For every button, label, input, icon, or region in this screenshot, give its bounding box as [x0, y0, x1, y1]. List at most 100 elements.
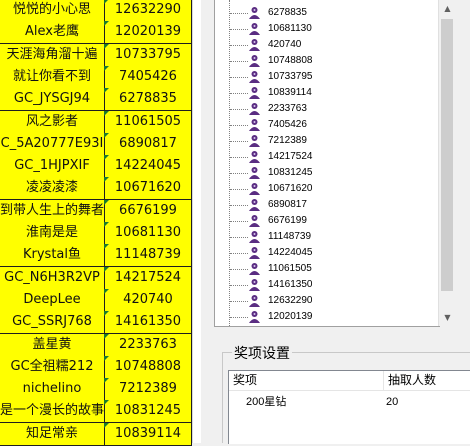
sheet-gutter: [192, 0, 201, 443]
tree-item-label: 2233763: [268, 103, 307, 114]
name-cell[interactable]: 悦悦的小心思: [0, 0, 105, 22]
cell-note-marker-icon: [104, 155, 109, 161]
cell-note-marker-icon: [104, 21, 109, 27]
id-cell[interactable]: 12632290: [105, 0, 192, 22]
tree-item[interactable]: 7405426: [215, 117, 435, 133]
tree-item[interactable]: 14224045: [215, 245, 435, 261]
id-cell[interactable]: 6676199: [105, 199, 192, 223]
name-cell[interactable]: 风之影者: [0, 110, 105, 134]
user-avatar-icon: [249, 7, 260, 19]
id-cell[interactable]: 6278835: [105, 88, 192, 112]
tree-item[interactable]: 11148739: [215, 229, 435, 245]
user-avatar-icon: [249, 71, 260, 83]
tree-item[interactable]: 14217524: [215, 149, 435, 165]
cell-note-marker-icon: [104, 199, 109, 205]
award-settings-title: 奖项设置: [232, 343, 292, 363]
id-cell[interactable]: 2233763: [105, 333, 192, 357]
name-cell[interactable]: Alex老鹰: [0, 21, 105, 45]
tree-branch-line: [230, 189, 248, 190]
name-cell[interactable]: DeepLee: [0, 288, 105, 312]
name-cell[interactable]: 凌凌凌漆: [0, 177, 105, 201]
scroll-down-arrow-icon[interactable]: ▼: [439, 309, 456, 326]
user-avatar-icon: [249, 167, 260, 179]
scroll-up-arrow-icon[interactable]: ▲: [439, 0, 456, 17]
tree-item[interactable]: 12020139: [215, 309, 435, 325]
name-cell[interactable]: GC全祖糯212: [0, 355, 105, 379]
participant-tree-view[interactable]: 6278835 10681130 420740 10748808 10733795 108…: [214, 0, 440, 327]
tree-item[interactable]: 420740: [215, 37, 435, 53]
award-cell[interactable]: 200星钻: [246, 393, 286, 411]
user-avatar-icon: [249, 55, 260, 67]
name-cell[interactable]: C_5A20777E93I: [0, 132, 105, 156]
id-cell[interactable]: 12020139: [105, 21, 192, 45]
name-cell[interactable]: GC_SSRJ768: [0, 311, 105, 335]
tree-vertical-scrollbar[interactable]: ▲ ▼: [438, 0, 456, 326]
name-cell[interactable]: GC_1HJPXIF: [0, 155, 105, 179]
tree-item[interactable]: 10839114: [215, 85, 435, 101]
user-avatar-icon: [249, 247, 260, 259]
id-cell[interactable]: 10733795: [105, 43, 192, 67]
name-cell[interactable]: 天涯海角溜十遍: [0, 43, 105, 67]
sheet-row: nichelino 7212389: [0, 378, 200, 402]
name-cell[interactable]: 到带人生上的舞者: [0, 199, 105, 223]
id-cell[interactable]: 14161350: [105, 311, 192, 335]
name-cell[interactable]: 是一个漫长的故事: [0, 400, 105, 424]
tree-item[interactable]: 10681130: [215, 21, 435, 37]
id-cell[interactable]: 10839114: [105, 422, 192, 446]
column-header-count[interactable]: 抽取人数: [384, 371, 470, 391]
name-cell[interactable]: GC_N6H3R2VP: [0, 266, 105, 290]
user-avatar-icon: [249, 183, 260, 195]
count-cell[interactable]: 20: [386, 393, 398, 411]
id-cell[interactable]: 11061505: [105, 110, 192, 134]
cell-note-marker-icon: [104, 333, 109, 339]
cell-note-marker-icon: [104, 288, 109, 294]
tree-item[interactable]: 12632290: [215, 293, 435, 309]
tree-item[interactable]: 10831245: [215, 165, 435, 181]
cell-note-marker-icon: [104, 400, 109, 406]
cell-note-marker-icon: [104, 132, 109, 138]
name-cell[interactable]: 知足常亲: [0, 422, 105, 446]
name-cell[interactable]: 淮南是是: [0, 222, 105, 245]
tree-branch-line: [230, 285, 248, 286]
user-avatar-icon: [249, 151, 260, 163]
name-cell[interactable]: Krystal鱼: [0, 244, 105, 268]
id-cell[interactable]: 7212389: [105, 378, 192, 402]
name-cell[interactable]: 盖星黄: [0, 333, 105, 357]
tree-item[interactable]: 14161350: [215, 277, 435, 293]
name-cell[interactable]: GC_JYSGJ94: [0, 88, 105, 112]
tree-item[interactable]: 10748808: [215, 53, 435, 69]
tree-item[interactable]: 7212389: [215, 133, 435, 149]
name-cell[interactable]: nichelino: [0, 378, 105, 402]
id-cell[interactable]: 14217524: [105, 266, 192, 290]
tree-item[interactable]: 6278835: [215, 5, 435, 21]
id-cell[interactable]: 6890817: [105, 132, 192, 156]
tree-item[interactable]: 11061505: [215, 261, 435, 277]
name-cell[interactable]: 就让你看不到: [0, 65, 105, 89]
scrollbar-thumb[interactable]: [441, 19, 453, 291]
tree-item[interactable]: 10733795: [215, 69, 435, 85]
id-cell[interactable]: 7405426: [105, 65, 192, 89]
tree-branch-line: [230, 237, 248, 238]
award-settings-grid[interactable]: 奖项 抽取人数 200星钻 20: [228, 370, 470, 444]
user-avatar-icon: [249, 87, 260, 99]
tree-item-label: 6278835: [268, 7, 307, 18]
tree-branch-line: [230, 269, 248, 270]
tree-item[interactable]: 6676199: [215, 213, 435, 229]
tree-item[interactable]: 6890817: [215, 197, 435, 213]
id-cell[interactable]: 10681130: [105, 222, 192, 245]
user-avatar-icon: [249, 103, 260, 115]
id-cell[interactable]: 10748808: [105, 355, 192, 379]
id-cell[interactable]: 11148739: [105, 244, 192, 268]
tree-branch-line: [230, 77, 248, 78]
column-header-award[interactable]: 奖项: [229, 371, 384, 391]
id-cell[interactable]: 10671620: [105, 177, 192, 201]
id-cell[interactable]: 420740: [105, 288, 192, 312]
tree-item-label: 11148739: [268, 231, 312, 242]
tree-branch-line: [230, 61, 248, 62]
cell-note-marker-icon: [104, 422, 109, 428]
tree-branch-line: [230, 141, 248, 142]
tree-item[interactable]: 2233763: [215, 101, 435, 117]
id-cell[interactable]: 14224045: [105, 155, 192, 179]
tree-item[interactable]: 10671620: [215, 181, 435, 197]
id-cell[interactable]: 10831245: [105, 400, 192, 424]
